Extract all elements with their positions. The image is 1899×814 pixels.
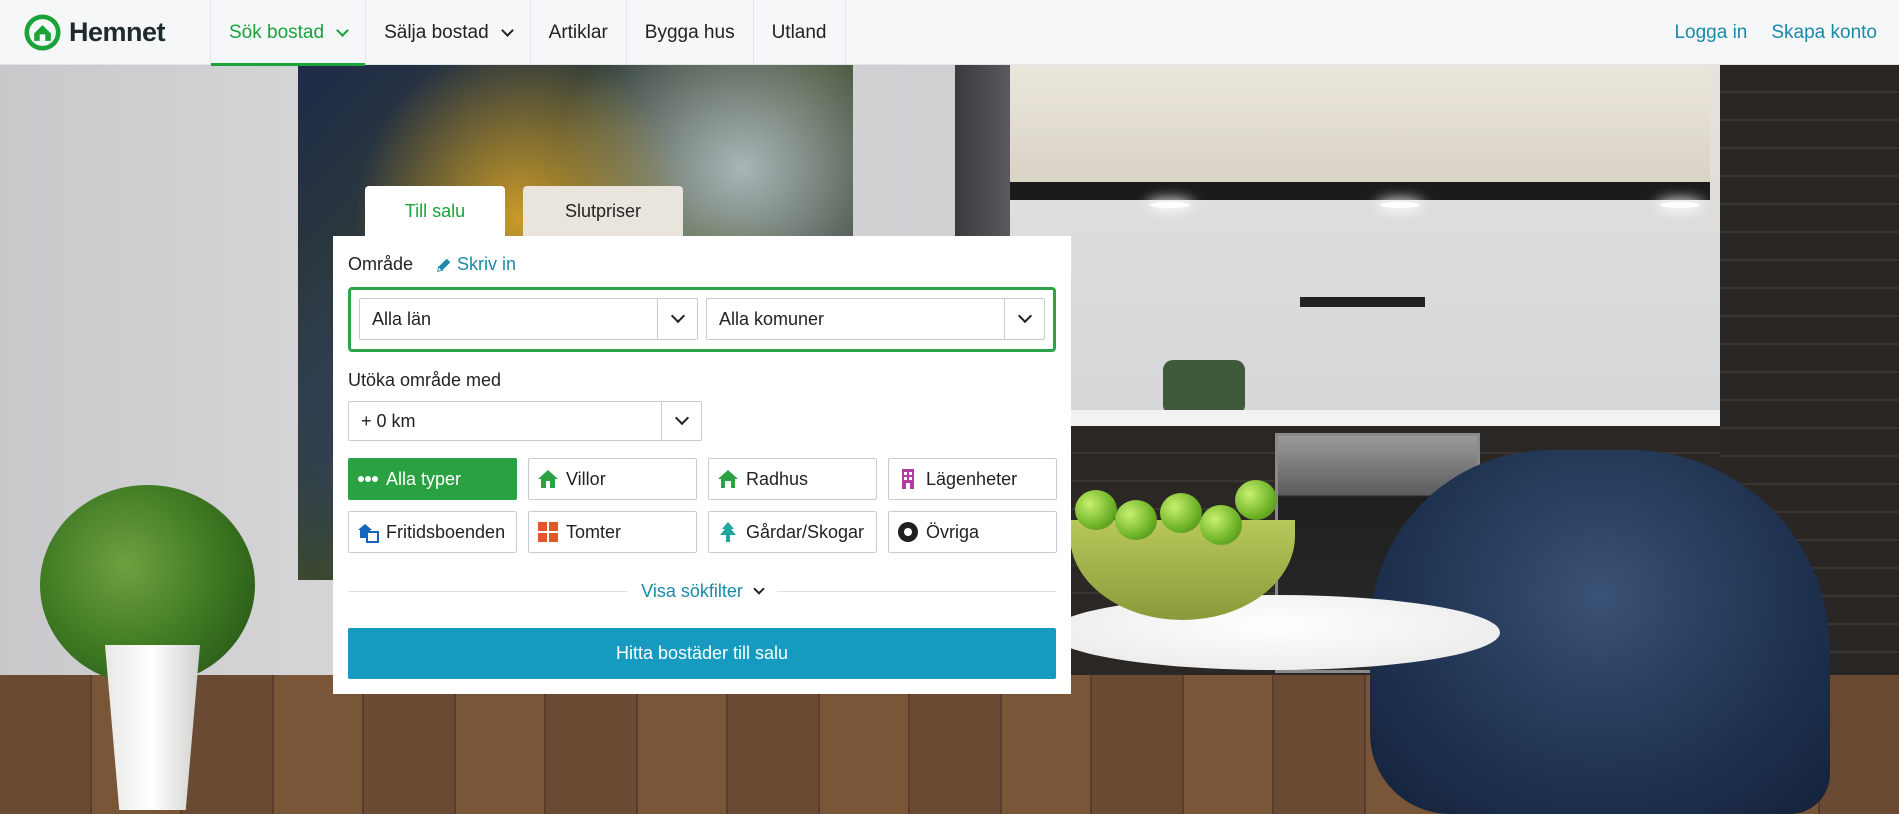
house-icon	[538, 470, 558, 488]
pencil-icon	[437, 258, 451, 272]
type-fritidsboenden[interactable]: Fritidsboenden	[348, 511, 517, 553]
divider	[348, 590, 628, 592]
nav-label: Utland	[771, 21, 827, 43]
type-radhus[interactable]: Radhus	[708, 458, 877, 500]
county-value: Alla län	[372, 308, 432, 329]
countertop	[1070, 410, 1720, 426]
find-homes-button[interactable]: Hitta bostäder till salu	[348, 628, 1056, 679]
nav-salja-bostad[interactable]: Sälja bostad	[366, 0, 531, 65]
type-villor[interactable]: Villor	[528, 458, 697, 500]
municipality-select[interactable]: Alla komuner	[706, 298, 1045, 340]
nav-sok-bostad[interactable]: Sök bostad	[210, 0, 367, 66]
ceiling-light	[1380, 202, 1420, 208]
type-label: Alla typer	[386, 468, 462, 489]
rowhouse-icon	[718, 470, 738, 488]
tab-slutpriser[interactable]: Slutpriser	[523, 186, 683, 236]
search-tabs: Till salu Slutpriser	[365, 186, 683, 236]
toaster	[1163, 360, 1245, 415]
type-label: Fritidsboenden	[386, 521, 506, 542]
holiday-home-icon	[358, 524, 379, 543]
apple	[1235, 480, 1277, 520]
login-link[interactable]: Logga in	[1674, 22, 1747, 44]
type-label: Lägenheter	[926, 468, 1018, 489]
distance-value: + 0 km	[361, 410, 416, 431]
upper-cabinets	[1010, 65, 1710, 200]
main-nav: Sök bostad Sälja bostad Artiklar Bygga h…	[210, 0, 846, 66]
type-tomter[interactable]: Tomter	[528, 511, 697, 553]
search-panel: Område Skriv in Alla län Alla komuner Ut…	[333, 236, 1071, 694]
nav-bygga-hus[interactable]: Bygga hus	[627, 0, 754, 65]
filter-toggle-row: Visa sökfilter	[348, 581, 1056, 601]
ceiling-light	[1660, 202, 1700, 208]
circle-dot-icon	[898, 522, 918, 542]
municipality-value: Alla komuner	[719, 308, 825, 329]
chevron-down-icon	[657, 299, 697, 339]
dots-icon	[358, 476, 378, 482]
area-label: Område	[348, 254, 414, 274]
plant-pot	[105, 645, 200, 810]
write-in-label: Skriv in	[457, 254, 517, 274]
nav-utland[interactable]: Utland	[754, 0, 846, 65]
distance-select[interactable]: + 0 km	[348, 401, 702, 441]
type-alla-typer[interactable]: Alla typer	[348, 458, 517, 500]
round-table	[1050, 595, 1500, 670]
type-gardar-skogar[interactable]: Gårdar/Skogar	[708, 511, 877, 553]
chevron-down-icon	[500, 23, 514, 37]
apple	[1200, 505, 1242, 545]
chevron-down-icon	[753, 582, 765, 595]
type-label: Radhus	[746, 468, 809, 489]
nav-label: Artiklar	[548, 21, 608, 43]
expand-area-label: Utöka område med	[348, 370, 502, 390]
chevron-down-icon	[661, 402, 701, 440]
chevron-down-icon	[1004, 299, 1044, 339]
chevron-down-icon	[336, 23, 349, 37]
property-type-grid: Alla typer Villor Radhus Lägenheter Frit…	[348, 458, 1057, 553]
type-ovriga[interactable]: Övriga	[888, 511, 1057, 553]
top-header: Hemnet Sök bostad Sälja bostad Artiklar …	[0, 0, 1899, 66]
show-filters-link[interactable]: Visa sökfilter	[627, 581, 777, 602]
area-select-group: Alla län Alla komuner	[348, 287, 1056, 352]
create-account-link[interactable]: Skapa konto	[1771, 22, 1877, 44]
apple	[1115, 500, 1157, 540]
hemnet-logo[interactable]: Hemnet	[24, 14, 166, 51]
brand-name: Hemnet	[69, 17, 166, 47]
apple	[1075, 490, 1117, 530]
tree-icon	[720, 522, 736, 542]
county-select[interactable]: Alla län	[359, 298, 698, 340]
type-lagenheter[interactable]: Lägenheter	[888, 458, 1057, 500]
type-label: Övriga	[926, 521, 980, 542]
type-label: Villor	[566, 468, 606, 489]
hemnet-house-icon	[24, 14, 61, 51]
type-label: Tomter	[566, 521, 622, 542]
write-in-link[interactable]: Skriv in	[435, 254, 516, 275]
nav-label: Sälja bostad	[384, 21, 489, 43]
plot-icon	[538, 522, 558, 542]
apartment-building-icon	[902, 469, 914, 489]
nav-label: Sök bostad	[229, 21, 325, 43]
account-links: Logga in Skapa konto	[1674, 0, 1877, 65]
divider	[776, 590, 1056, 592]
nav-artiklar[interactable]: Artiklar	[531, 0, 627, 65]
knife-rack	[1300, 297, 1425, 307]
apple	[1160, 493, 1202, 533]
type-label: Gårdar/Skogar	[746, 521, 865, 542]
show-filters-label: Visa sökfilter	[641, 580, 743, 601]
ceiling-light	[1150, 202, 1190, 208]
nav-label: Bygga hus	[644, 21, 735, 43]
tab-till-salu[interactable]: Till salu	[365, 186, 505, 236]
